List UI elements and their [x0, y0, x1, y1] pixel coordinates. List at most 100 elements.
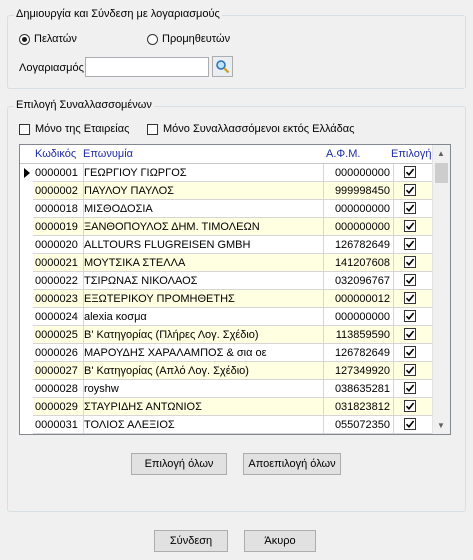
check-company-only-box[interactable]	[19, 123, 30, 135]
search-icon	[216, 60, 230, 74]
col-select-header[interactable]: Επιλογή	[391, 148, 431, 160]
check-foreign-only-box[interactable]	[147, 123, 158, 135]
column-divider	[393, 254, 394, 271]
col-afm-header[interactable]: Α.Φ.Μ.	[326, 148, 360, 160]
select-checkbox-box[interactable]	[404, 328, 416, 340]
grid-scrollbar[interactable]: ▲ ▼	[432, 145, 450, 434]
select-checkbox[interactable]	[404, 400, 416, 412]
table-row[interactable]: 0000001 ΓΕΩΡΓΙΟΥ ΓΙΩΡΓΟΣ 000000000	[33, 164, 433, 182]
select-checkbox-box[interactable]	[404, 364, 416, 376]
select-checkbox-box[interactable]	[404, 256, 416, 268]
deselect-all-button[interactable]: Αποεπιλογή όλων	[243, 453, 341, 475]
scroll-up-icon[interactable]: ▲	[437, 149, 445, 158]
table-row[interactable]: 0000020 ALLTOURS FLUGREISEN GMBH 126782649	[33, 236, 433, 254]
cancel-button[interactable]: Άκυρο	[244, 530, 316, 552]
check-company-only-label: Μόνο της Εταιρείας	[35, 123, 130, 135]
check-foreign-only[interactable]: Μόνο Συναλλασσόμενοι εκτός Ελλάδας	[147, 123, 354, 135]
select-checkbox-box[interactable]	[404, 184, 416, 196]
column-divider	[83, 236, 84, 253]
scroll-down-icon[interactable]: ▼	[437, 421, 445, 430]
account-field[interactable]	[85, 57, 209, 77]
table-row[interactable]: 0000024 alexia κοσμα 000000000	[33, 308, 433, 326]
column-divider	[323, 254, 324, 271]
select-checkbox[interactable]	[404, 202, 416, 214]
select-checkbox[interactable]	[404, 382, 416, 394]
select-checkbox-box[interactable]	[404, 382, 416, 394]
table-row[interactable]: 0000002 ΠΑΥΛΟΥ ΠΑΥΛΟΣ 999998450	[33, 182, 433, 200]
search-button[interactable]	[212, 56, 233, 77]
table-row[interactable]: 0000021 ΜΟΥΤΣΙΚΑ ΣΤΕΛΛΑ 141207608	[33, 254, 433, 272]
select-all-button[interactable]: Επιλογή όλων	[131, 453, 227, 475]
column-divider	[83, 362, 84, 379]
table-row[interactable]: 0000031 ΤΟΛΙΟΣ ΑΛΕΞΙΟΣ 055072350	[33, 416, 433, 434]
table-row[interactable]: 0000029 ΣΤΑΥΡΙΔΗΣ ΑΝΤΩΝΙΟΣ 031823812	[33, 398, 433, 416]
select-checkbox[interactable]	[404, 220, 416, 232]
col-code-header[interactable]: Κωδικός	[35, 148, 76, 160]
cell-afm: 000000000	[334, 167, 390, 179]
cell-code: 0000031	[35, 419, 78, 431]
table-row[interactable]: 0000027 Β' Κατηγορίας (Απλό Λογ. Σχέδιο) 1…	[33, 362, 433, 380]
select-checkbox-box[interactable]	[404, 292, 416, 304]
select-checkbox[interactable]	[404, 346, 416, 358]
select-checkbox-box[interactable]	[404, 400, 416, 412]
check-icon	[405, 312, 415, 321]
table-row[interactable]: 0000028 royshw 038635281	[33, 380, 433, 398]
cell-name: ΜΙΣΘΟΔΟΣΙΑ	[84, 203, 153, 215]
scroll-thumb[interactable]	[435, 163, 448, 183]
select-checkbox[interactable]	[404, 166, 416, 178]
select-checkbox[interactable]	[404, 238, 416, 250]
select-checkbox-box[interactable]	[404, 238, 416, 250]
column-divider	[323, 200, 324, 217]
radio-customers[interactable]: Πελατών	[19, 33, 77, 45]
cell-afm: 000000012	[334, 293, 390, 305]
select-checkbox[interactable]	[404, 274, 416, 286]
select-checkbox-box[interactable]	[404, 418, 416, 430]
table-row[interactable]: 0000018 ΜΙΣΘΟΔΟΣΙΑ 000000000	[33, 200, 433, 218]
cell-name: royshw	[84, 383, 119, 395]
cell-code: 0000027	[35, 365, 78, 377]
select-checkbox[interactable]	[404, 310, 416, 322]
select-checkbox[interactable]	[404, 256, 416, 268]
select-checkbox[interactable]	[404, 328, 416, 340]
check-icon	[405, 402, 415, 411]
cell-code: 0000028	[35, 383, 78, 395]
check-icon	[405, 348, 415, 357]
select-checkbox[interactable]	[404, 292, 416, 304]
radio-suppliers[interactable]: Προμηθευτών	[147, 33, 230, 45]
column-divider	[83, 308, 84, 325]
table-row[interactable]: 0000025 Β' Κατηγορίας (Πλήρες Λογ. Σχέδιο…	[33, 326, 433, 344]
traders-grid[interactable]: Κωδικός Επωνυμία Α.Φ.Μ. Επιλογή 0000001 Γ…	[19, 144, 451, 435]
table-row[interactable]: 0000019 ΞΑΝΘΟΠΟΥΛΟΣ ΔΗΜ. ΤΙΜΟΛΕΩΝ 00000000…	[33, 218, 433, 236]
select-checkbox-box[interactable]	[404, 346, 416, 358]
cell-afm: 999998450	[334, 185, 390, 197]
select-checkbox[interactable]	[404, 364, 416, 376]
check-icon	[405, 294, 415, 303]
cell-name: ΤΣΙΡΩΝΑΣ ΝΙΚΟΛΑΟΣ	[84, 275, 198, 287]
table-row[interactable]: 0000032MYCAR ΑΥΤΟΚΙΝΗΣΗ ΜΕΝ ΕΠΕ997567678	[33, 434, 433, 435]
table-row[interactable]: 0000026 ΜΑΡΟΥΔΗΣ ΧΑΡΑΛΑΜΠΟΣ & σια οε 12678…	[33, 344, 433, 362]
cell-name: alexia κοσμα	[84, 311, 147, 323]
select-checkbox-box[interactable]	[404, 166, 416, 178]
col-name-header[interactable]: Επωνυμία	[83, 148, 133, 160]
cell-code: 0000026	[35, 347, 78, 359]
cell-afm: 113859590	[335, 329, 390, 341]
select-checkbox[interactable]	[404, 418, 416, 430]
check-company-only[interactable]: Μόνο της Εταιρείας	[19, 123, 129, 135]
column-divider	[323, 416, 324, 433]
table-row[interactable]: 0000023 ΕΞΩΤΕΡΙΚΟΥ ΠΡΟΜΗΘΕΤΗΣ 000000012	[33, 290, 433, 308]
column-divider	[323, 398, 324, 415]
cell-afm: 031823812	[334, 401, 390, 413]
select-checkbox[interactable]	[404, 184, 416, 196]
radio-customers-dot[interactable]	[19, 33, 30, 45]
select-checkbox-box[interactable]	[404, 274, 416, 286]
connect-button[interactable]: Σύνδεση	[154, 530, 228, 552]
cell-name: ΜΟΥΤΣΙΚΑ ΣΤΕΛΛΑ	[84, 257, 186, 269]
select-checkbox-box[interactable]	[404, 310, 416, 322]
table-row[interactable]: 0000022 ΤΣΙΡΩΝΑΣ ΝΙΚΟΛΑΟΣ 032096767	[33, 272, 433, 290]
select-checkbox-box[interactable]	[404, 202, 416, 214]
select-checkbox-box[interactable]	[404, 220, 416, 232]
cell-name: Β' Κατηγορίας (Απλό Λογ. Σχέδιο)	[84, 365, 249, 377]
radio-suppliers-dot[interactable]	[147, 33, 158, 45]
check-icon	[405, 384, 415, 393]
check-icon	[405, 240, 415, 249]
